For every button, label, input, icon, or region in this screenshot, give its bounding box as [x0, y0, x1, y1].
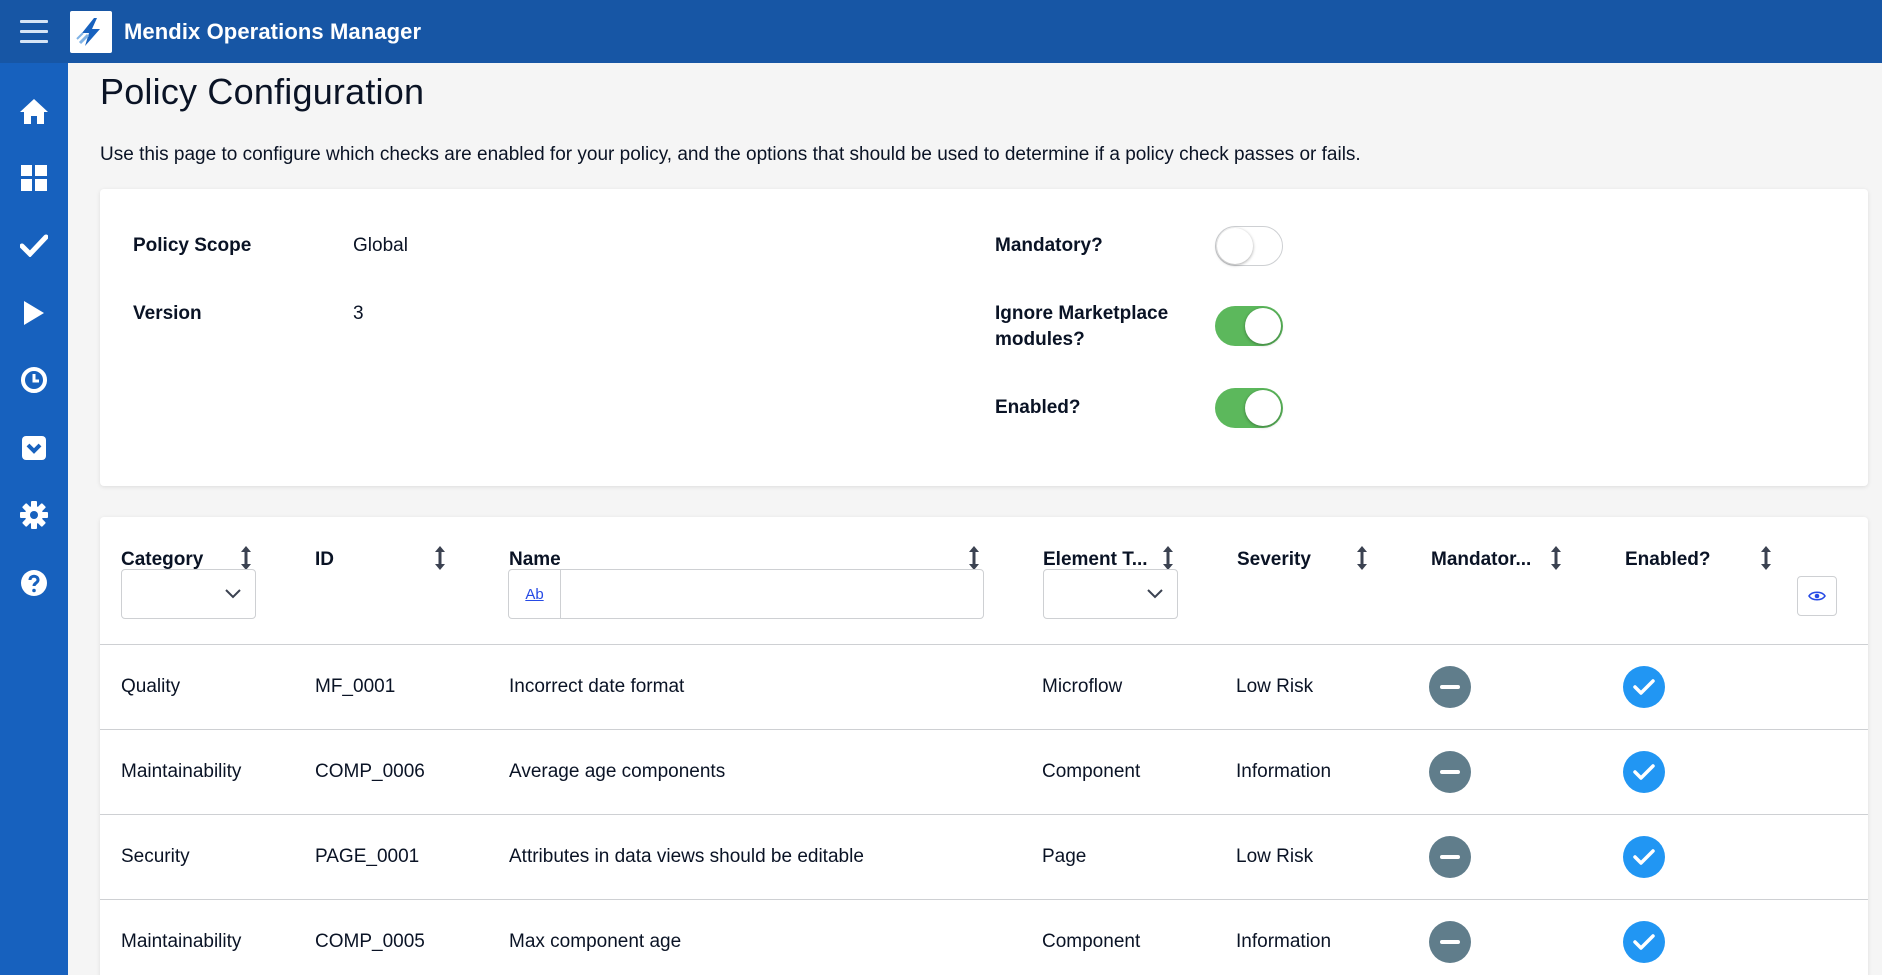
ignore-marketplace-label-line2: modules?	[995, 329, 1085, 350]
cell-id: COMP_0005	[315, 931, 425, 952]
chevron-down-icon	[225, 589, 241, 599]
policy-settings-card: Policy Scope Global Version 3 Mandatory?…	[100, 189, 1868, 486]
dashboard-icon	[21, 165, 47, 191]
table-row[interactable]: Maintainability COMP_0006 Average age co…	[100, 729, 1868, 814]
column-header-mandatory[interactable]: Mandator...	[1431, 549, 1531, 571]
app-title: Mendix Operations Manager	[124, 18, 422, 44]
enabled-toggle[interactable]	[1215, 388, 1283, 428]
sort-icon[interactable]	[1759, 545, 1773, 571]
cell-id: MF_0001	[315, 676, 396, 697]
toggle-knob	[1217, 228, 1253, 264]
sort-icon[interactable]	[239, 545, 253, 571]
help-icon	[21, 570, 47, 596]
sort-icon[interactable]	[1549, 545, 1563, 571]
mandatory-label: Mandatory?	[995, 235, 1103, 256]
sidebar-item-checks[interactable]	[0, 215, 68, 275]
sidebar	[0, 63, 68, 975]
top-bar: Mendix Operations Manager	[0, 0, 1882, 63]
column-header-id[interactable]: ID	[315, 549, 334, 571]
logo-bolt-icon	[76, 17, 100, 46]
page-title: Policy Configuration	[100, 71, 425, 112]
name-filter-input[interactable]	[562, 570, 982, 618]
cell-element-type: Microflow	[1042, 676, 1123, 697]
cell-severity: Information	[1236, 761, 1332, 782]
app-logo[interactable]	[70, 10, 112, 53]
chevron-down-icon	[1147, 589, 1163, 599]
policy-checks-grid: Category ID Name Element T... Severity M…	[100, 517, 1868, 975]
column-header-category[interactable]: Category	[121, 549, 203, 571]
cell-id: COMP_0006	[315, 761, 425, 782]
table-row[interactable]: Security PAGE_0001 Attributes in data vi…	[100, 814, 1868, 899]
cell-severity: Low Risk	[1236, 676, 1314, 697]
sidebar-item-dashboard[interactable]	[0, 148, 68, 208]
cell-name: Attributes in data views should be edita…	[509, 846, 864, 867]
cell-element-type: Page	[1042, 846, 1087, 867]
enabled-check-icon[interactable]	[1623, 666, 1665, 708]
cell-name: Average age components	[509, 761, 726, 782]
enabled-label: Enabled?	[995, 397, 1081, 418]
toggle-knob	[1245, 390, 1281, 426]
toggle-knob	[1245, 308, 1281, 344]
cell-severity: Information	[1236, 931, 1332, 952]
column-header-enabled[interactable]: Enabled?	[1625, 549, 1711, 571]
name-filter: Ab	[508, 569, 984, 619]
column-visibility-button[interactable]	[1797, 576, 1837, 616]
sidebar-item-home[interactable]	[0, 81, 68, 141]
enabled-check-icon[interactable]	[1623, 921, 1665, 963]
sort-icon[interactable]	[433, 545, 447, 571]
cell-category: Maintainability	[121, 761, 242, 782]
hamburger-menu-icon[interactable]	[0, 0, 68, 63]
enabled-check-icon[interactable]	[1623, 751, 1665, 793]
cell-category: Maintainability	[121, 931, 242, 952]
mandatory-minus-icon	[1429, 836, 1471, 878]
column-header-name[interactable]: Name	[509, 549, 561, 571]
cell-name: Max component age	[509, 931, 682, 952]
element-type-filter-dropdown[interactable]	[1043, 569, 1178, 619]
table-row[interactable]: Quality MF_0001 Incorrect date format Mi…	[100, 644, 1868, 729]
version-value: 3	[353, 303, 364, 324]
sidebar-item-inbox[interactable]	[0, 418, 68, 478]
eye-icon	[1808, 591, 1826, 601]
cell-name: Incorrect date format	[509, 676, 685, 697]
filter-type-button[interactable]: Ab	[509, 570, 561, 618]
column-header-element-type[interactable]: Element T...	[1043, 549, 1148, 571]
mandatory-minus-icon	[1429, 666, 1471, 708]
mandatory-toggle[interactable]	[1215, 226, 1283, 266]
sort-icon[interactable]	[1161, 545, 1175, 571]
play-icon	[24, 301, 44, 325]
sidebar-item-run[interactable]	[0, 283, 68, 343]
gear-icon	[20, 501, 48, 529]
policy-scope-value: Global	[353, 235, 408, 256]
table-row[interactable]: Maintainability COMP_0005 Max component …	[100, 899, 1868, 975]
ignore-marketplace-label-line1: Ignore Marketplace	[995, 303, 1169, 324]
ignore-marketplace-toggle[interactable]	[1215, 306, 1283, 346]
category-filter-dropdown[interactable]	[121, 569, 256, 619]
cell-category: Quality	[121, 676, 181, 697]
inbox-icon	[22, 436, 46, 460]
column-header-severity[interactable]: Severity	[1237, 549, 1311, 571]
enabled-check-icon[interactable]	[1623, 836, 1665, 878]
cell-id: PAGE_0001	[315, 846, 420, 867]
sidebar-item-history[interactable]	[0, 350, 68, 410]
sidebar-item-settings[interactable]	[0, 485, 68, 545]
clock-icon	[21, 367, 47, 393]
cell-element-type: Component	[1042, 761, 1141, 782]
version-label: Version	[133, 303, 202, 324]
mandatory-minus-icon	[1429, 751, 1471, 793]
cell-severity: Low Risk	[1236, 846, 1314, 867]
mandatory-minus-icon	[1429, 921, 1471, 963]
sort-icon[interactable]	[1355, 545, 1369, 571]
sidebar-item-help[interactable]	[0, 553, 68, 613]
checkmark-icon	[20, 234, 48, 257]
page-description: Use this page to configure which checks …	[100, 144, 1361, 165]
cell-element-type: Component	[1042, 931, 1141, 952]
cell-category: Security	[121, 846, 190, 867]
policy-scope-label: Policy Scope	[133, 235, 252, 256]
home-icon	[20, 99, 48, 124]
sort-icon[interactable]	[967, 545, 981, 571]
